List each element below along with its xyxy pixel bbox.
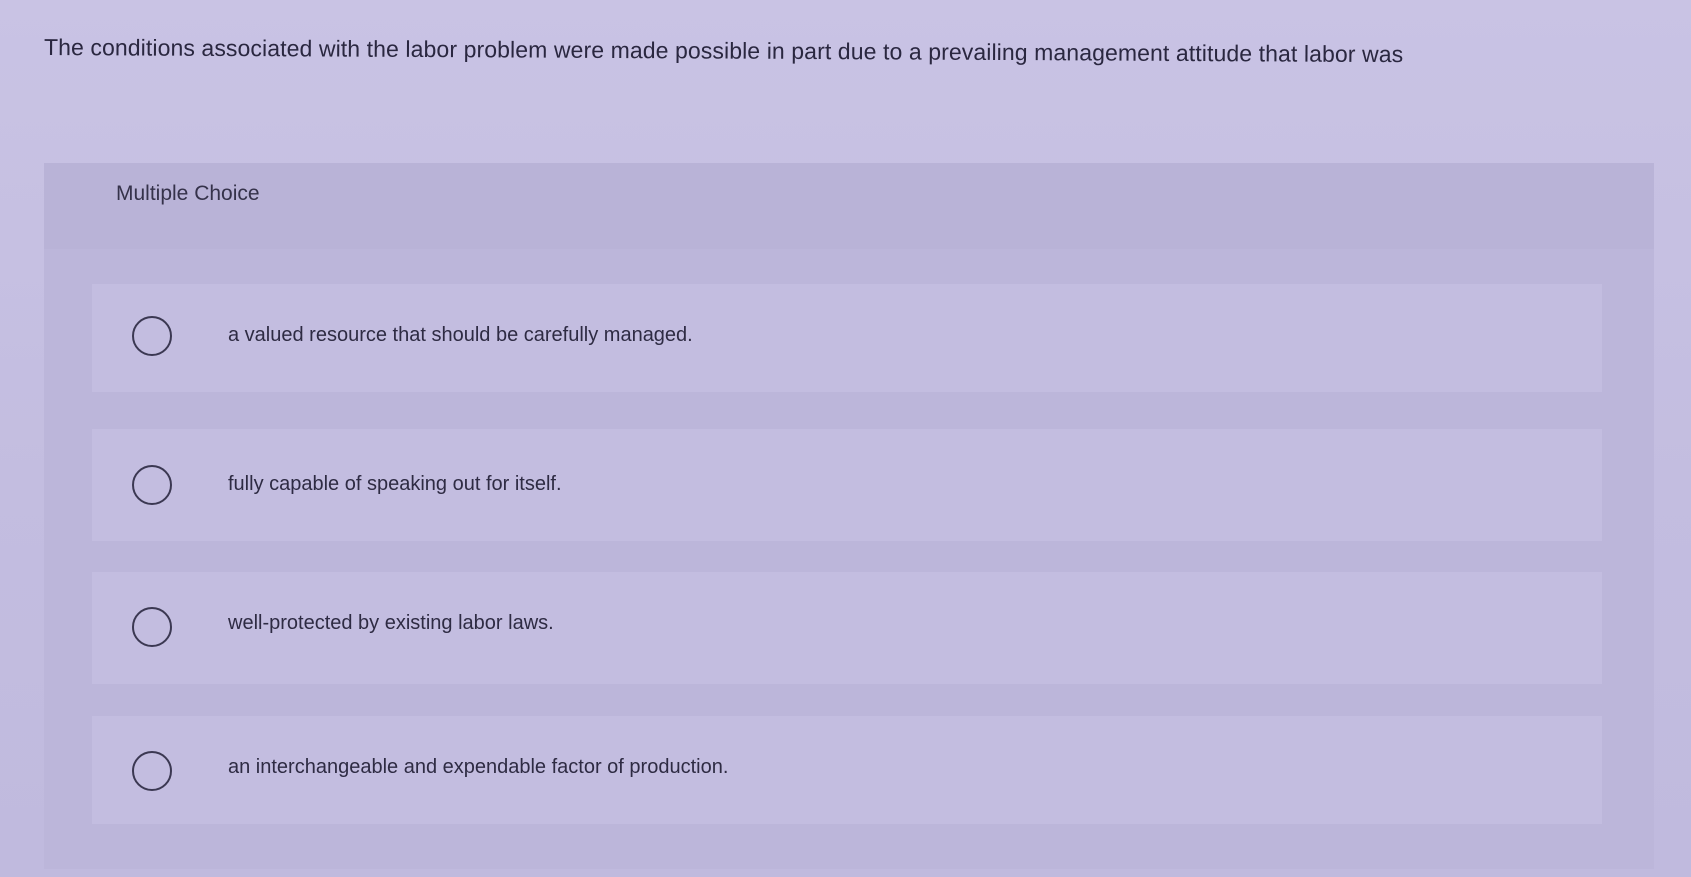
- answer-option[interactable]: a valued resource that should be careful…: [92, 284, 1602, 392]
- multiple-choice-label: Multiple Choice: [116, 182, 260, 205]
- radio-button-icon[interactable]: [132, 751, 172, 791]
- radio-button-icon[interactable]: [132, 465, 172, 505]
- answer-option-label: a valued resource that should be careful…: [228, 324, 693, 346]
- page: The conditions associated with the labor…: [0, 0, 1691, 877]
- answer-option-label: well-protected by existing labor laws.: [228, 612, 554, 634]
- radio-button-icon[interactable]: [132, 316, 172, 356]
- radio-button-icon[interactable]: [132, 607, 172, 647]
- answer-options: a valued resource that should be careful…: [44, 249, 1654, 869]
- answer-option[interactable]: fully capable of speaking out for itself…: [92, 429, 1602, 541]
- multiple-choice-panel: Multiple Choice a valued resource that s…: [44, 163, 1654, 869]
- multiple-choice-header: Multiple Choice: [44, 163, 1654, 249]
- answer-option-label: fully capable of speaking out for itself…: [228, 473, 562, 495]
- question-text: The conditions associated with the labor…: [43, 34, 1404, 68]
- answer-option[interactable]: an interchangeable and expendable factor…: [92, 716, 1602, 824]
- answer-option-label: an interchangeable and expendable factor…: [228, 756, 729, 778]
- answer-option[interactable]: well-protected by existing labor laws.: [92, 572, 1602, 684]
